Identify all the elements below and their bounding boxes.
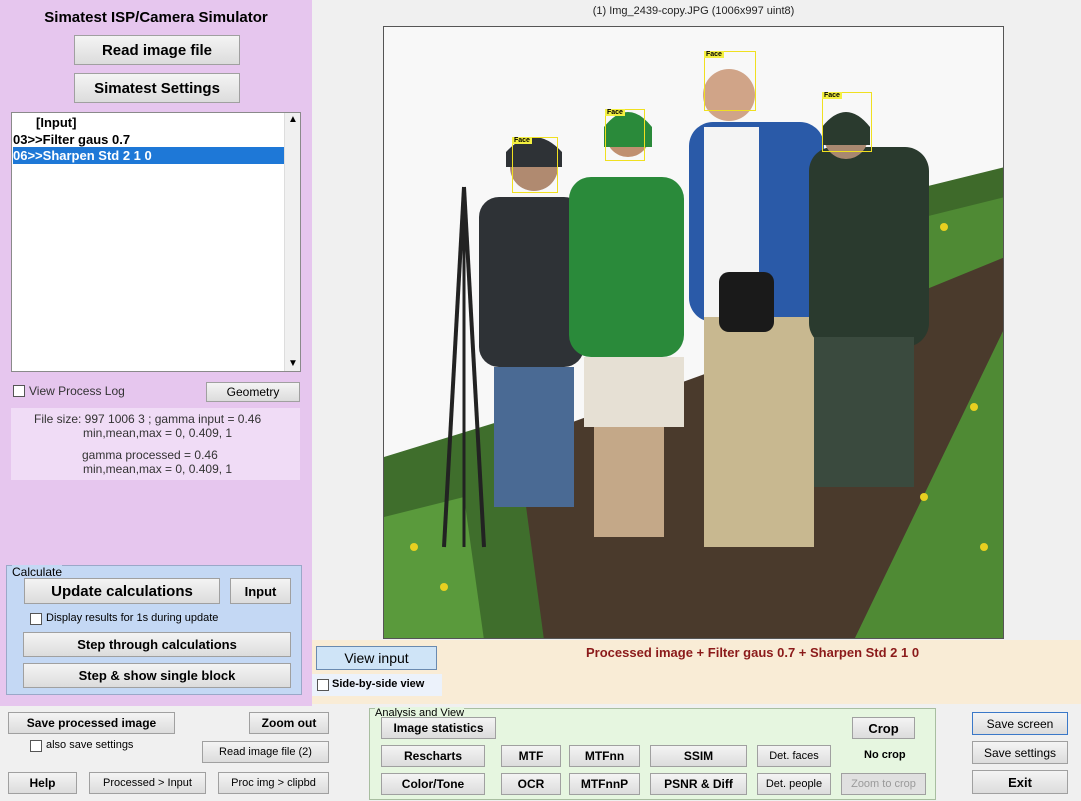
side-by-side-checkbox[interactable] <box>317 679 329 691</box>
input-minmax-text: min,mean,max = 0, 0.409, 1 <box>83 426 233 440</box>
face-label: Face <box>704 51 724 58</box>
side-by-side-label: Side-by-side view <box>332 678 425 690</box>
psnr-diff-button[interactable]: PSNR & Diff <box>650 773 747 795</box>
view-process-log-checkbox[interactable] <box>13 385 25 397</box>
list-item-selected[interactable]: 06>>Sharpen Std 2 1 0 <box>13 147 285 164</box>
list-scrollbar[interactable]: ▲ ▼ <box>284 113 300 371</box>
geometry-button[interactable]: Geometry <box>206 382 300 402</box>
left-panel: Simatest ISP/Camera Simulator Read image… <box>0 0 312 706</box>
list-item[interactable]: [Input] <box>36 115 76 130</box>
read-image-button[interactable]: Read image file <box>74 35 240 65</box>
image-title: (1) Img_2439-copy.JPG (1006x997 uint8) <box>592 5 795 17</box>
list-item-label: 06>>Sharpen Std 2 1 0 <box>13 148 152 163</box>
caption-strip: Processed image + Filter gaus 0.7 + Shar… <box>312 640 1081 704</box>
rescharts-button[interactable]: Rescharts <box>381 745 485 767</box>
calculate-group-label: Calculate <box>12 565 63 579</box>
process-listbox[interactable]: [Input] 03>>Filter gaus 0.7 06>>Sharpen … <box>11 112 301 372</box>
save-settings-button[interactable]: Save settings <box>972 741 1068 764</box>
read-image-2-button[interactable]: Read image file (2) <box>202 741 329 763</box>
zoom-out-button[interactable]: Zoom out <box>249 712 329 734</box>
face-box <box>704 51 756 111</box>
face-label: Face <box>605 109 625 116</box>
step-show-block-button[interactable]: Step & show single block <box>23 663 291 688</box>
analysis-group: Analysis and View Image statistics Crop … <box>369 707 936 800</box>
simatest-settings-button[interactable]: Simatest Settings <box>74 73 240 103</box>
step-through-button[interactable]: Step through calculations <box>23 632 291 657</box>
help-button[interactable]: Help <box>8 772 77 794</box>
mtfnn-button[interactable]: MTFnn <box>569 745 640 767</box>
processed-minmax-text: min,mean,max = 0, 0.409, 1 <box>83 462 233 476</box>
proc-img-clipboard-button[interactable]: Proc img > clipbd <box>218 772 329 794</box>
ocr-button[interactable]: OCR <box>501 773 561 795</box>
display-results-label: Display results for 1s during update <box>46 612 219 624</box>
save-processed-button[interactable]: Save processed image <box>8 712 175 734</box>
file-info-box: File size: 997 1006 3 ; gamma input = 0.… <box>11 408 300 480</box>
calculate-group: Calculate Update calculations Input Disp… <box>6 565 302 695</box>
det-faces-button[interactable]: Det. faces <box>757 745 831 767</box>
update-calculations-button[interactable]: Update calculations <box>24 578 220 604</box>
save-screen-button[interactable]: Save screen <box>972 712 1068 735</box>
processed-to-input-button[interactable]: Processed > Input <box>89 772 206 794</box>
face-box <box>605 109 645 161</box>
processed-caption: Processed image + Filter gaus 0.7 + Shar… <box>586 645 920 660</box>
view-input-button[interactable]: View input <box>316 646 437 670</box>
file-size-text: File size: 997 1006 3 ; gamma input = 0.… <box>34 412 262 426</box>
zoom-to-crop-button[interactable]: Zoom to crop <box>841 773 926 795</box>
input-button[interactable]: Input <box>230 578 291 604</box>
also-save-settings-label: also save settings <box>46 739 134 751</box>
mtfnnp-button[interactable]: MTFnnP <box>569 773 640 795</box>
face-label: Face <box>512 137 532 144</box>
face-label: Face <box>822 92 842 99</box>
list-item[interactable]: 03>>Filter gaus 0.7 <box>13 132 130 147</box>
side-by-side-row: Side-by-side view <box>312 674 442 696</box>
scroll-up-icon[interactable]: ▲ <box>288 114 298 125</box>
scroll-down-icon[interactable]: ▼ <box>288 358 298 369</box>
image-statistics-button[interactable]: Image statistics <box>381 717 496 739</box>
also-save-settings-checkbox[interactable] <box>30 740 42 752</box>
gamma-processed-text: gamma processed = 0.46 <box>82 448 218 462</box>
det-people-button[interactable]: Det. people <box>757 773 831 795</box>
no-crop-text: No crop <box>864 749 906 761</box>
processed-image[interactable]: Face Face Face Face <box>383 26 1004 639</box>
photo-svg <box>384 27 1003 638</box>
ssim-button[interactable]: SSIM <box>650 745 747 767</box>
color-tone-button[interactable]: Color/Tone <box>381 773 485 795</box>
crop-button[interactable]: Crop <box>852 717 915 739</box>
display-results-checkbox[interactable] <box>30 613 42 625</box>
app-title: Simatest ISP/Camera Simulator <box>44 9 268 26</box>
mtf-button[interactable]: MTF <box>501 745 561 767</box>
face-box <box>512 137 558 193</box>
view-process-log-label: View Process Log <box>29 384 125 398</box>
exit-button[interactable]: Exit <box>972 770 1068 794</box>
face-box <box>822 92 872 152</box>
